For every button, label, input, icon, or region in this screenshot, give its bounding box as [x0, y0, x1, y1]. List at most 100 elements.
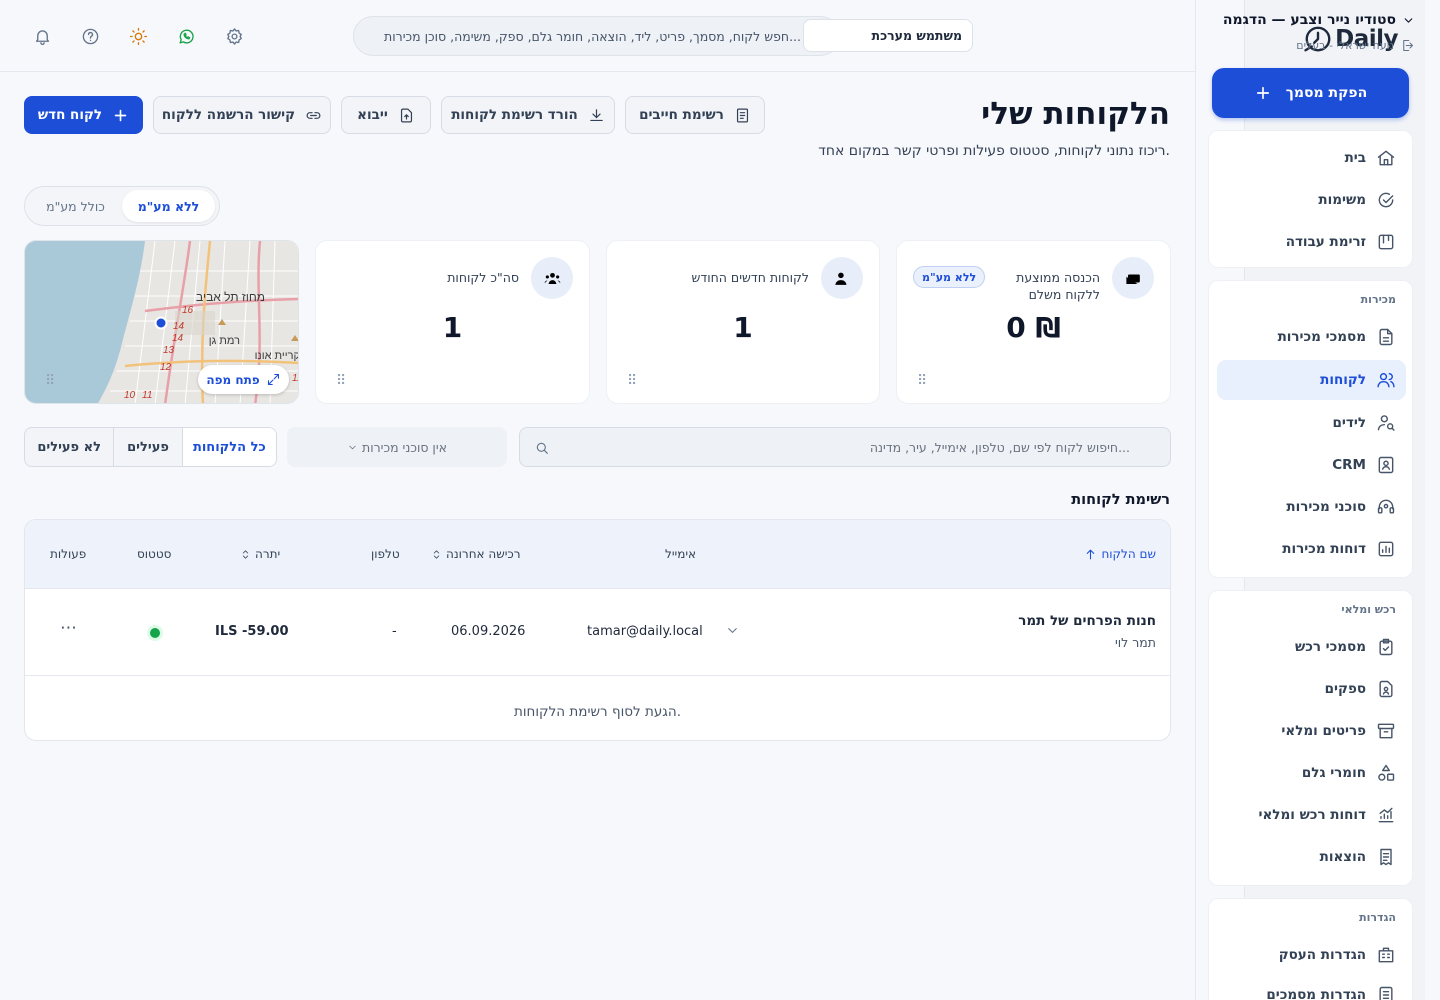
file-icon	[1376, 327, 1396, 347]
sidebar-item-sales-reps[interactable]: סוכני מכירות	[1217, 487, 1406, 527]
sidebar-item-expenses[interactable]: הוצאות	[1217, 837, 1406, 877]
sidebar-item-suppliers[interactable]: ספקים	[1217, 669, 1406, 709]
drag-handle-icon[interactable]: ⠿	[627, 374, 637, 388]
search-icon	[534, 440, 550, 456]
client-name[interactable]: חנות הפרחים של תמר	[1018, 613, 1156, 629]
client-email[interactable]: tamar@daily.local	[587, 624, 703, 639]
stat-label: לקוחות חדשים החודש	[691, 270, 809, 285]
whatsapp-icon[interactable]	[174, 24, 198, 48]
sidebar-item-sales-reports[interactable]: דוחות מכירות	[1217, 529, 1406, 569]
sidebar-item-label: סוכני מכירות	[1286, 499, 1366, 515]
column-label: פעולות	[50, 547, 87, 561]
vat-badge: ללא מע"מ	[913, 266, 986, 288]
plus-icon	[1254, 84, 1272, 102]
nav-section-title: הגדרות	[1359, 911, 1396, 924]
system-user-select[interactable]: משתמש מערכת	[803, 19, 973, 52]
sidebar-item-crm[interactable]: CRM	[1217, 445, 1406, 485]
system-user-label: משתמש מערכת	[871, 28, 962, 43]
sidebar-item-document-settings[interactable]: הגדרות מסמכים	[1217, 975, 1406, 1000]
file-upload-icon	[398, 107, 415, 124]
stat-card-avg-income: הכנסה ממוצעת ללקוח משלם ללא מע"מ 0 ₪ ⠿	[896, 240, 1171, 404]
column-header-balance[interactable]: יתרה	[240, 547, 280, 561]
contact-card-icon	[1376, 455, 1396, 475]
filter-inactive[interactable]: לא פעילים	[25, 428, 113, 466]
home-icon	[1376, 148, 1396, 168]
download-clients-button[interactable]: הורד רשימת לקוחות	[441, 96, 615, 134]
expand-icon	[266, 372, 281, 387]
map-road-number: 16	[182, 305, 194, 316]
building-icon	[1376, 945, 1396, 965]
open-map-button[interactable]: פתח מפה	[198, 365, 289, 394]
sidebar-item-purchase-reports[interactable]: דוחות רכש ומלאי	[1217, 795, 1406, 835]
map-road-number: 10	[124, 390, 136, 401]
map-label-district: מחוז תל אביב	[196, 290, 265, 304]
client-search-input[interactable]: חיפוש לקוח לפי שם, טלפון, אימייל, עיר, מ…	[519, 427, 1171, 467]
vat-toggle: ללא מע"מ כולל מע"מ	[24, 186, 220, 226]
clients-table: שם הלקוח אימייל רכישה אחרונה טלפון יתרה …	[24, 519, 1171, 741]
filter-all-clients[interactable]: כל הלקוחות	[181, 428, 276, 466]
sidebar-item-raw-materials[interactable]: חומרי גלם	[1217, 753, 1406, 793]
map-label-kiryat-ono: קריית אונו	[255, 350, 299, 362]
sort-icon	[240, 549, 251, 560]
debtors-list-label: רשימת חייבים	[639, 107, 724, 123]
stat-card-new-clients: לקוחות חדשים החודש 1 ⠿	[606, 240, 880, 404]
settings-icon[interactable]	[222, 24, 246, 48]
sidebar-item-label: ספקים	[1324, 681, 1366, 697]
nav-section-title: רכש ומלאי	[1341, 603, 1396, 616]
sidebar-item-label: לידים	[1332, 415, 1366, 431]
issue-document-button[interactable]: הפקת מסמך	[1212, 68, 1409, 118]
sidebar-item-business-settings[interactable]: הגדרות העסק	[1217, 935, 1406, 975]
filter-active[interactable]: פעילים	[113, 428, 181, 466]
bell-icon[interactable]	[30, 24, 54, 48]
column-header-last-purchase[interactable]: רכישה אחרונה	[431, 547, 521, 561]
sidebar-item-label: CRM	[1332, 457, 1366, 473]
logout-icon[interactable]	[1400, 38, 1415, 53]
sales-rep-select[interactable]: אין סוכני מכירות	[287, 427, 507, 467]
sidebar-item-purchase-docs[interactable]: מסמכי רכש	[1217, 627, 1406, 667]
drag-handle-icon[interactable]: ⠿	[917, 374, 927, 388]
debtors-list-button[interactable]: רשימת חייבים	[625, 96, 765, 134]
registration-link-button[interactable]: קישור הרשמה ללקוח	[153, 96, 331, 134]
sidebar-item-leads[interactable]: לידים	[1217, 403, 1406, 443]
status-active-dot	[147, 625, 163, 641]
sun-icon[interactable]	[126, 24, 150, 48]
more-actions-icon[interactable]: ⋯	[60, 618, 78, 638]
map-road-number: 14	[172, 333, 184, 344]
stat-card-total-clients: סה"כ לקוחות 1 ⠿	[315, 240, 590, 404]
shapes-icon	[1376, 763, 1396, 783]
user-line: נועה ישראלי - בעלים	[1296, 39, 1394, 52]
vat-option-without[interactable]: ללא מע"מ	[122, 190, 215, 222]
client-last-purchase: 06.09.2026	[451, 624, 526, 639]
stat-value: 1	[733, 311, 753, 344]
client-search-placeholder: חיפוש לקוח לפי שם, טלפון, אימייל, עיר, מ…	[869, 439, 1130, 455]
stat-label: הכנסה ממוצעת ללקוח משלם	[1016, 270, 1100, 302]
drag-handle-icon[interactable]: ⠿	[45, 374, 55, 388]
line-chart-icon	[1376, 805, 1396, 825]
vat-option-with[interactable]: כולל מע"מ	[29, 190, 122, 222]
business-switcher[interactable]: סטודיו נייר וצבע — הדגמה	[1223, 12, 1415, 28]
sidebar-item-inventory[interactable]: פריטים ומלאי	[1217, 711, 1406, 751]
column-header-actions: פעולות	[50, 547, 86, 561]
map-road-number: 11	[292, 373, 299, 384]
sort-icon	[431, 549, 442, 560]
drag-handle-icon[interactable]: ⠿	[336, 374, 346, 388]
column-header-name[interactable]: שם הלקוח	[1084, 547, 1156, 561]
nav-card-main: בית משימות זרימת עבודה	[1208, 130, 1413, 268]
clipboard-icon	[1376, 637, 1396, 657]
new-client-button[interactable]: לקוח חדש	[24, 96, 143, 134]
sidebar-item-workflow[interactable]: זרימת עבודה	[1217, 222, 1406, 262]
sidebar-item-tasks[interactable]: משימות	[1217, 180, 1406, 220]
global-search-placeholder: חפש לקוח, מסמך, פריט, ליד, הוצאה, חומר ג…	[384, 28, 801, 44]
help-icon[interactable]	[78, 24, 102, 48]
chevron-down-icon	[1402, 14, 1415, 27]
import-label: ייבוא	[357, 107, 388, 123]
clients-map[interactable]: מחוז תל אביב רמת גן קריית אונו 16 14 14 …	[24, 240, 299, 404]
sidebar-item-sales-docs[interactable]: מסמכי מכירות	[1217, 317, 1406, 357]
chevron-down-icon[interactable]	[725, 623, 740, 638]
issue-document-label: הפקת מסמך	[1285, 85, 1368, 101]
global-search-input[interactable]: חפש לקוח, מסמך, פריט, ליד, הוצאה, חומר ג…	[353, 16, 840, 56]
sidebar-item-clients[interactable]: לקוחות	[1217, 360, 1406, 400]
sidebar-item-home[interactable]: בית	[1217, 138, 1406, 178]
import-button[interactable]: ייבוא	[341, 96, 431, 134]
map-road-number: 11	[142, 390, 152, 401]
